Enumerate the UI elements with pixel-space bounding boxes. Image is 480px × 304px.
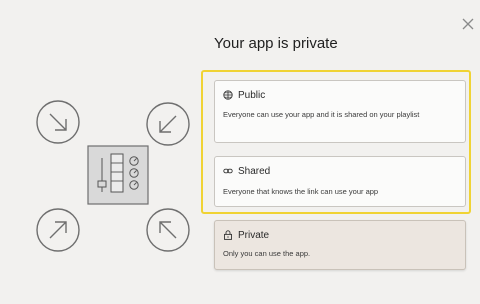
close-icon: [462, 18, 474, 30]
arrow-up-left-icon: [146, 208, 190, 252]
arrow-down-right-icon: [36, 100, 80, 144]
arrow-up-right-icon: [36, 208, 80, 252]
mixer-controls-icon: [87, 145, 149, 205]
option-shared-description: Everyone that knows the link can use you…: [223, 187, 379, 196]
option-shared-label: Shared: [238, 165, 271, 177]
option-public[interactable]: Public Everyone can use your app and it …: [214, 80, 466, 143]
option-private-header: Private: [223, 228, 457, 242]
dialog-title: Your app is private: [214, 35, 338, 52]
option-shared[interactable]: Shared Everyone that knows the link can …: [214, 156, 466, 207]
option-public-header: Public: [223, 88, 457, 102]
privacy-dialog: Your app is private Public Everyone can …: [0, 0, 480, 304]
option-private[interactable]: Private Only you can use the app.: [214, 220, 466, 270]
arrow-down-left-icon: [146, 102, 190, 146]
option-private-description: Only you can use the app.: [223, 249, 311, 258]
close-button[interactable]: [458, 14, 478, 34]
privacy-illustration: [36, 100, 190, 252]
option-public-label: Public: [238, 89, 266, 101]
globe-icon: [223, 90, 233, 100]
option-private-label: Private: [238, 229, 270, 241]
option-shared-header: Shared: [223, 164, 457, 178]
lock-icon: [224, 230, 232, 240]
link-icon: [223, 168, 233, 174]
option-public-description: Everyone can use your app and it is shar…: [223, 110, 420, 119]
